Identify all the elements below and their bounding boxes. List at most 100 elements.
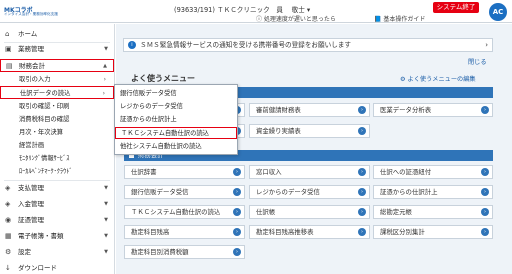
sidebar-item-voucher[interactable]: ◉ 証憑管理 ▼ [0, 214, 114, 227]
chevron-down-icon: ▼ [104, 185, 108, 191]
menu-card[interactable]: 勘定科目残高推移表 › [249, 225, 370, 239]
arrow-right-icon: › [233, 168, 241, 176]
sidebar-subitem-label: ﾛｰｶﾙﾍﾞﾝﾁﾏｰｸ･ｸﾗｳﾄﾞ [19, 168, 73, 175]
sidebar-subitem-label: 取引の入力 [19, 76, 51, 83]
menu-card[interactable]: 審前健請財務表 › [249, 103, 370, 117]
edit-frequent-menu-label: よく使うメニューの編集 [407, 76, 476, 83]
flyout-item-bank-data[interactable]: 銀行信販データ受信 [115, 88, 237, 100]
sidebar-subitem-journal-import[interactable]: 仕訳データの読込 › [0, 86, 114, 99]
sidebar-subitem-monitoring[interactable]: ﾓﾆﾀﾘﾝｸﾞ情報ｻｰﾋﾞｽ [0, 152, 114, 165]
menu-card[interactable]: ＴＫＣシステム自動仕訳の読込 › [124, 205, 245, 219]
chevron-right-icon: › [102, 90, 105, 97]
sidebar-item-financial-accounting[interactable]: ▤ 財務会計 ▲ [0, 59, 114, 72]
arrow-right-icon: › [233, 208, 241, 216]
sidebar-subitem-benchmark[interactable]: ﾛｰｶﾙﾍﾞﾝﾁﾏｰｸ･ｸﾗｳﾄﾞ [0, 165, 114, 178]
close-link[interactable]: 閉じる [468, 57, 487, 66]
user-info[interactable]: (93633/191) ＴＫＣクリニック 員 敬士 ▾ [174, 4, 310, 14]
menu-card[interactable]: 医業データ分析表 › [373, 103, 493, 117]
arrow-right-icon: › [358, 127, 366, 135]
edit-frequent-menu-link[interactable]: ⚙ よく使うメニューの編集 [400, 74, 476, 83]
menu-card-label: 課税区分別集計 [380, 228, 425, 236]
payment-icon: ◈ [5, 184, 11, 192]
arrow-right-icon: › [358, 188, 366, 196]
info-icon: i [128, 41, 136, 49]
chevron-down-icon: ▼ [104, 233, 108, 239]
journal-import-flyout-menu: 銀行信販データ受信 レジからのデータ受信 証憑からの仕訳計上 ＴＫＣシステム自動… [114, 84, 238, 155]
deposit-icon: ◈ [5, 200, 11, 208]
sidebar-item-download[interactable]: ↓ ダウンロード [0, 262, 114, 274]
briefcase-icon: ▣ [5, 45, 12, 53]
menu-card[interactable]: 証憑からの仕訳計上 › [373, 185, 493, 199]
flyout-item-tkc-auto-journal[interactable]: ＴＫＣシステム自動仕訳の読込 [115, 127, 237, 139]
sidebar-item-documents[interactable]: ▦ 電子帳簿・書類 ▼ [0, 230, 114, 243]
menu-card[interactable]: 仕訳辞書 › [124, 165, 245, 179]
menu-card[interactable]: 窓口収入 › [249, 165, 370, 179]
sidebar-item-label: ホーム [18, 30, 38, 38]
sidebar-subitem-label: 月次・年次決算 [19, 129, 64, 136]
menu-card-label: 審前健請財務表 [256, 106, 301, 114]
menu-card-label: 仕訳帳 [256, 208, 276, 216]
flyout-item-register-data[interactable]: レジからのデータ受信 [115, 101, 237, 113]
sidebar-subitem-check-print[interactable]: 取引の確認・印刷 [0, 100, 114, 113]
chevron-up-icon: ▲ [103, 63, 107, 69]
sidebar-subitem-label: ﾓﾆﾀﾘﾝｸﾞ情報ｻｰﾋﾞｽ [19, 155, 70, 162]
flyout-item-voucher-journal[interactable]: 証憑からの仕訳計上 [115, 114, 237, 126]
top-bar: MKコラボ インタイス会計・業務効率化支援 (93633/191) ＴＫＣクリニ… [0, 0, 512, 23]
gear-icon: ⚙ [5, 248, 12, 256]
arrow-right-icon: › [481, 188, 489, 196]
menu-card-label: 勘定科目残高推移表 [256, 228, 314, 236]
sidebar-subitem-label: 消費税科目の確認 [19, 116, 70, 123]
menu-card-label: 銀行信販データ受信 [131, 188, 189, 196]
sidebar-subitem-closing[interactable]: 月次・年次決算 [0, 126, 114, 139]
menu-card[interactable]: 総勘定元帳 › [373, 205, 493, 219]
sidebar-item-label: 設定 [18, 248, 31, 256]
sidebar-item-label: 電子帳簿・書類 [18, 232, 64, 240]
app-logo[interactable]: MKコラボ インタイス会計・業務効率化支援 [4, 5, 87, 16]
sidebar: ⌂ ホーム ▣ 業務管理 ▼ ▤ 財務会計 ▲ 取引の入力 › 仕訳データの読込… [0, 24, 115, 274]
arrow-right-icon: › [358, 208, 366, 216]
sidebar-item-deposit[interactable]: ◈ 入金管理 ▼ [0, 198, 114, 211]
arrow-right-icon: › [233, 228, 241, 236]
flyout-item-other-auto-journal[interactable]: 他社システム自動仕訳の読込 [115, 141, 237, 153]
menu-card[interactable]: 資金繰り実績表 › [249, 124, 370, 138]
notice-text: ＳＭＳ緊急情報サービスの通知を受ける携帯番号の登録をお願いします [140, 41, 351, 49]
sidebar-item-label: 業務管理 [18, 45, 44, 53]
sms-notice-banner[interactable]: i ＳＭＳ緊急情報サービスの通知を受ける携帯番号の登録をお願いします › [123, 38, 493, 52]
logo-tagline: インタイス会計・業務効率化支援 [4, 12, 58, 16]
menu-card[interactable]: レジからのデータ受信 › [249, 185, 370, 199]
menu-card-label: 勘定科目別消費税額 [131, 248, 189, 256]
receipt-icon: ◉ [5, 216, 12, 224]
menu-card[interactable]: 仕訳帳 › [249, 205, 370, 219]
menu-card-label: 証憑からの仕訳計上 [380, 188, 438, 196]
sidebar-subitem-plan[interactable]: 経営計画 [0, 139, 114, 152]
sidebar-subitem-tax[interactable]: 消費税科目の確認 [0, 113, 114, 126]
menu-card[interactable]: 勘定科目別消費税額 › [124, 245, 245, 259]
arrow-right-icon: › [358, 168, 366, 176]
divider [4, 180, 110, 181]
menu-card[interactable]: 勘定科目残高 › [124, 225, 245, 239]
sidebar-item-label: 証憑管理 [18, 216, 44, 224]
sidebar-item-label: 支払管理 [18, 184, 44, 192]
sidebar-item-label: 財務会計 [19, 62, 45, 70]
menu-card-label: 仕訳辞書 [131, 168, 157, 176]
menu-card[interactable]: 銀行信販データ受信 › [124, 185, 245, 199]
sidebar-item-settings[interactable]: ⚙ 設定 ▼ [0, 246, 114, 259]
sidebar-item-home[interactable]: ⌂ ホーム [0, 28, 114, 41]
arrow-right-icon: › [233, 248, 241, 256]
sidebar-item-label: ダウンロード [18, 264, 57, 272]
menu-card[interactable]: 課税区分別集計 › [373, 225, 493, 239]
menu-card-label: ＴＫＣシステム自動仕訳の読込 [131, 208, 221, 216]
sidebar-subitem-entry[interactable]: 取引の入力 › [0, 73, 114, 86]
speed-help-link[interactable]: ⓘ 処理速度が遅いと思ったら [256, 14, 336, 23]
chevron-right-icon: › [103, 76, 106, 83]
guide-link[interactable]: 📘 基本操作ガイド [374, 14, 425, 23]
arrow-right-icon: › [481, 106, 489, 114]
sidebar-subitem-label: 仕訳データの読込 [20, 90, 71, 97]
home-icon: ⌂ [5, 30, 10, 38]
menu-card[interactable]: 仕訳への証憑紐付 › [373, 165, 493, 179]
sidebar-item-payment[interactable]: ◈ 支払管理 ▼ [0, 182, 114, 195]
system-exit-button[interactable]: システム終了 [433, 2, 479, 13]
chevron-right-icon: › [485, 41, 488, 49]
avatar[interactable]: AC [489, 3, 507, 21]
sidebar-item-business[interactable]: ▣ 業務管理 ▼ [0, 43, 114, 56]
